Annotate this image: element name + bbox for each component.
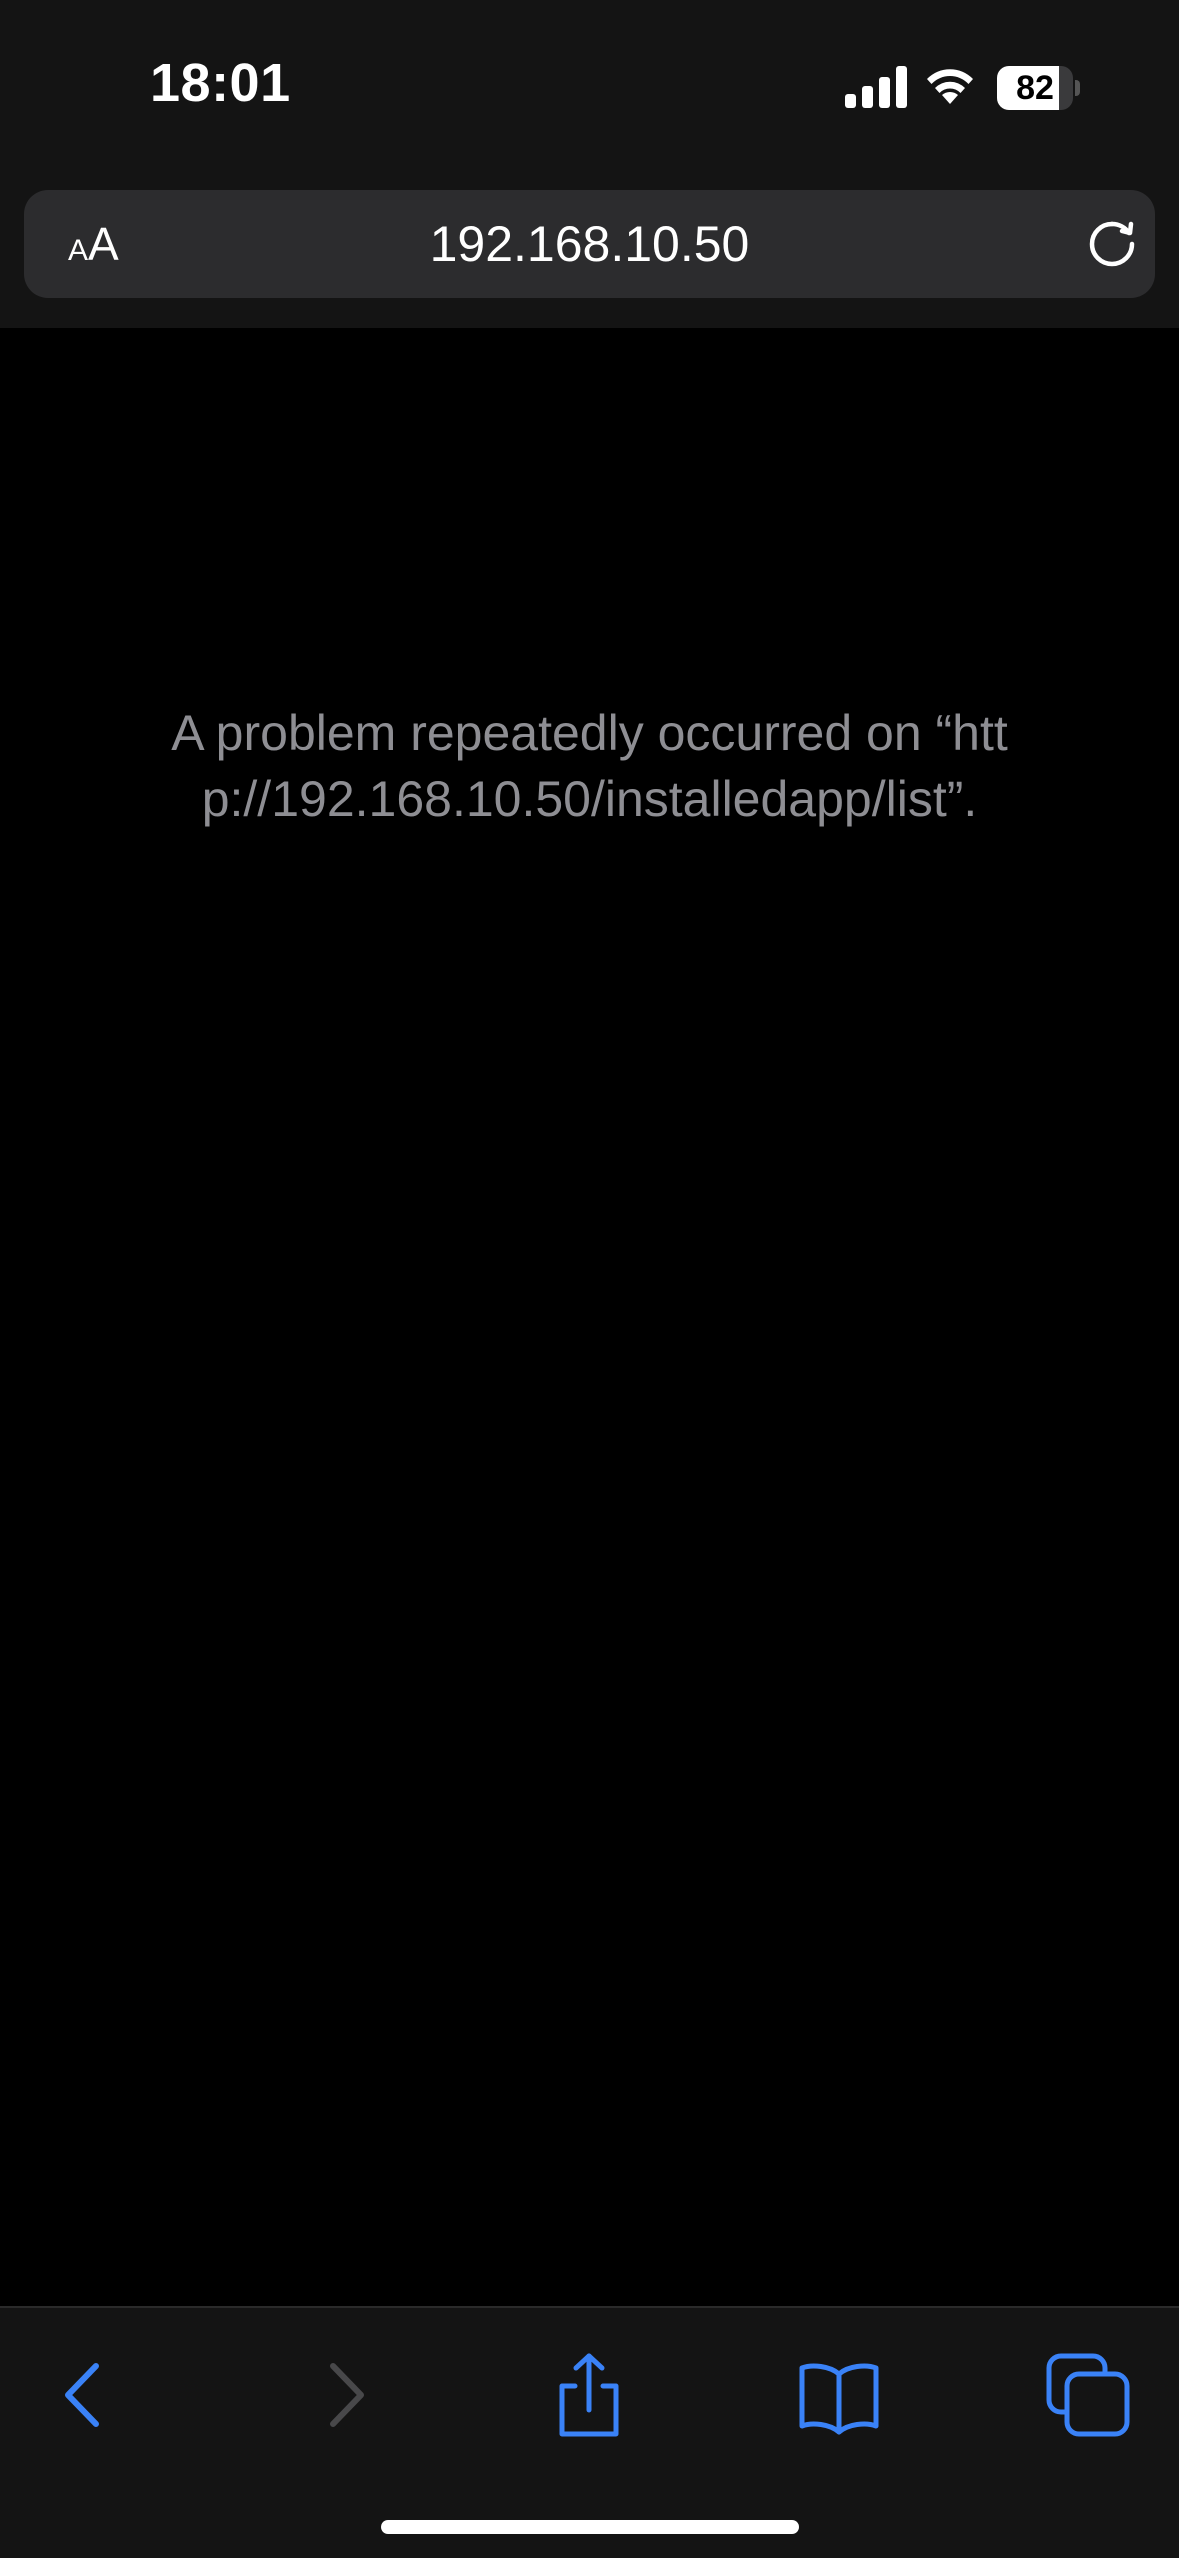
reload-icon[interactable]: [1086, 218, 1138, 270]
book-icon: [799, 2363, 879, 2435]
bottom-toolbar: [0, 2306, 1179, 2558]
battery-cap: [1075, 80, 1080, 96]
address-bar[interactable]: AA 192.168.10.50: [24, 190, 1155, 298]
chevron-left-icon: [65, 2363, 99, 2427]
forward-button[interactable]: [297, 2350, 387, 2440]
battery-indicator: 82: [997, 66, 1080, 110]
home-indicator: [381, 2520, 799, 2534]
share-icon: [559, 2353, 619, 2437]
bookmarks-button[interactable]: [794, 2350, 884, 2440]
tabs-button[interactable]: [1043, 2350, 1133, 2440]
tabs-icon: [1046, 2353, 1130, 2437]
battery-body: 82: [997, 66, 1073, 110]
wifi-icon: [927, 69, 973, 104]
error-message: A problem repeatedly occurred on “http:/…: [171, 705, 1008, 827]
status-time: 18:01: [150, 53, 291, 113]
page-menu-button[interactable]: AA: [68, 190, 119, 298]
reader-small-a: A: [68, 234, 89, 267]
web-content: A problem repeatedly occurred on “http:/…: [0, 328, 1179, 2308]
battery-level: 82: [1016, 69, 1054, 107]
address-url[interactable]: 192.168.10.50: [224, 190, 955, 298]
reader-big-a: A: [88, 218, 119, 270]
back-button[interactable]: [42, 2350, 132, 2440]
top-chrome: 18:01 82 AA 192.168.10.50: [0, 0, 1179, 328]
share-button[interactable]: [544, 2350, 634, 2440]
chevron-right-icon: [330, 2363, 364, 2427]
cellular-signal-icon: [845, 66, 907, 108]
